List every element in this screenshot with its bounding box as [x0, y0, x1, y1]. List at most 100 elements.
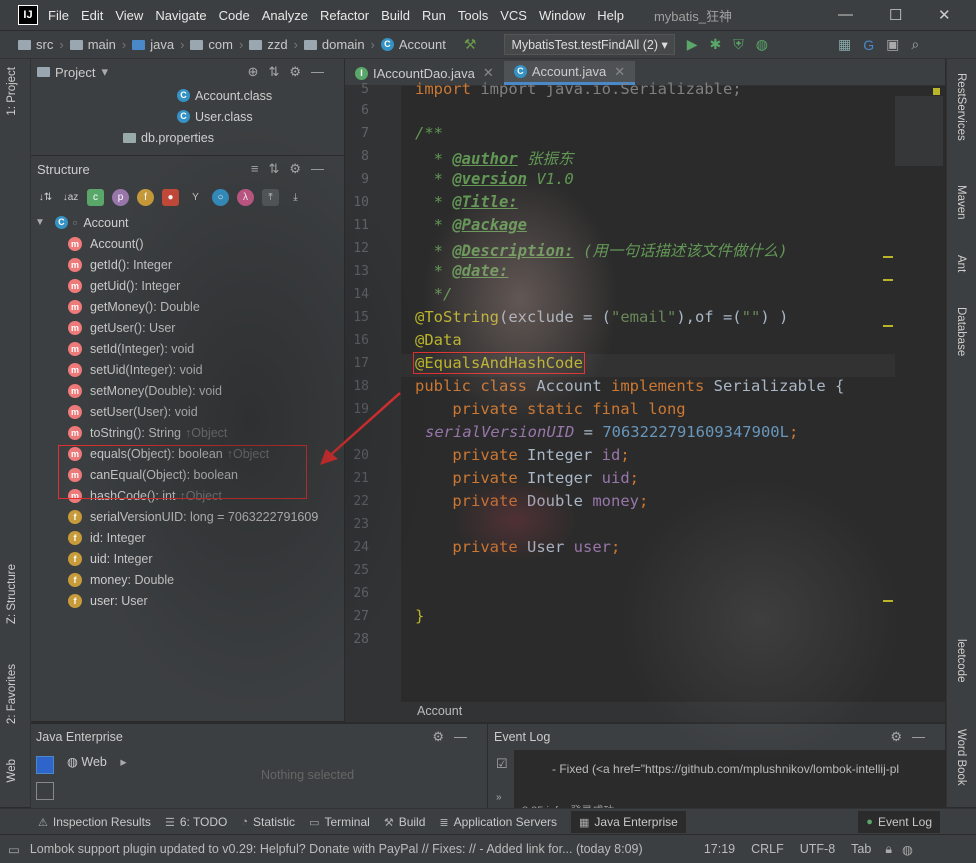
tab-build[interactable]: ⚒ Build: [384, 815, 426, 829]
sort-visibility-icon[interactable]: ↓⇅: [37, 189, 54, 206]
structure-member[interactable]: f serialVersionUID: long = 7063222791609: [31, 506, 344, 527]
menu-window[interactable]: Window: [539, 8, 585, 23]
project-panel-title[interactable]: Project: [55, 65, 95, 80]
web-tool-tab[interactable]: Web: [6, 759, 18, 782]
debug-icon[interactable]: ✱: [710, 36, 722, 53]
line-separator[interactable]: CRLF: [751, 842, 784, 856]
search-icon[interactable]: ⌕: [911, 36, 919, 53]
run-icon[interactable]: ▶: [687, 36, 698, 53]
lambda-icon[interactable]: λ: [237, 188, 254, 206]
database-tool-tab[interactable]: Database: [955, 307, 967, 356]
menu-edit[interactable]: Edit: [81, 8, 103, 23]
menu-help[interactable]: Help: [597, 8, 624, 23]
tab-event-log[interactable]: ● Event Log: [858, 811, 940, 833]
breadcrumb-main[interactable]: main: [69, 37, 116, 52]
panel-view-icon[interactable]: [36, 782, 54, 800]
tab-inspection-results[interactable]: ⚠ Inspection Results: [38, 815, 151, 829]
collapse-arrow-icon[interactable]: ▼: [35, 217, 45, 228]
menu-refactor[interactable]: Refactor: [320, 8, 369, 23]
non-public-icon[interactable]: ●: [162, 188, 179, 206]
structure-member[interactable]: m setMoney(Double): void: [31, 380, 344, 401]
sort-alpha-icon[interactable]: ↓az: [62, 189, 79, 206]
inherited-icon[interactable]: c: [87, 188, 104, 206]
editor-error-stripe[interactable]: [883, 86, 945, 702]
indent-setting[interactable]: Tab: [851, 842, 871, 856]
lock-icon[interactable]: 🔒︎: [885, 842, 892, 857]
structure-root[interactable]: ▼ C ▫ Account: [31, 212, 344, 233]
code-editor[interactable]: import import java.io.Serializable; /** …: [401, 80, 895, 702]
project-panel-tools[interactable]: ⊕⇅⚙—: [248, 64, 334, 80]
menu-file[interactable]: File: [48, 8, 69, 23]
panel-settings-icon[interactable]: ⚙—: [432, 729, 477, 745]
profile-icon[interactable]: ◍: [756, 36, 768, 53]
structure-member[interactable]: f uid: Integer: [31, 548, 344, 569]
tab-todo[interactable]: ☰ 6: TODO: [165, 815, 227, 829]
structure-member[interactable]: m getMoney(): Double: [31, 296, 344, 317]
leetcode-tool-tab[interactable]: leetcode: [955, 639, 967, 682]
structure-member[interactable]: m getId(): Integer: [31, 254, 344, 275]
mark-read-icon[interactable]: ☑: [496, 756, 508, 772]
project-structure-icon[interactable]: ▦: [838, 36, 851, 53]
caret-position[interactable]: 17:19: [704, 842, 735, 856]
structure-tool-tab[interactable]: Z: Structure: [6, 564, 18, 624]
lambda-tree-icon[interactable]: Y: [187, 189, 204, 206]
tab-application-servers[interactable]: ≣ Application Servers: [439, 815, 557, 829]
autoscroll-from-source-icon[interactable]: ⤓: [287, 189, 304, 206]
structure-member[interactable]: m getUid(): Integer: [31, 275, 344, 296]
breadcrumb-domain[interactable]: domain: [303, 37, 365, 52]
breadcrumb-src[interactable]: src: [18, 37, 53, 52]
structure-member[interactable]: m setUser(User): void: [31, 401, 344, 422]
menu-vcs[interactable]: VCS: [500, 8, 527, 23]
terminal-icon[interactable]: ▣: [886, 36, 899, 53]
autoscroll-to-source-icon[interactable]: ⤒: [262, 188, 279, 206]
coverage-icon[interactable]: ⛨: [733, 36, 744, 53]
structure-member[interactable]: f id: Integer: [31, 527, 344, 548]
file-encoding[interactable]: UTF-8: [800, 842, 835, 856]
structure-member[interactable]: m setUid(Integer): void: [31, 359, 344, 380]
structure-member[interactable]: f user: User: [31, 590, 344, 611]
anonymous-icon[interactable]: ○: [212, 188, 229, 206]
tree-view-icon[interactable]: [36, 756, 54, 774]
close-tab-icon[interactable]: ✕: [483, 65, 494, 81]
project-tool-tab[interactable]: 1: Project: [6, 67, 18, 116]
menu-tools[interactable]: Tools: [458, 8, 488, 23]
structure-panel-tools[interactable]: ≡⇅⚙—: [251, 161, 334, 177]
status-toggle-icon[interactable]: ▭: [8, 842, 20, 857]
ant-tool-tab[interactable]: Ant: [955, 255, 967, 272]
menu-navigate[interactable]: Navigate: [155, 8, 206, 23]
tab-terminal[interactable]: ▭ Terminal: [309, 815, 370, 829]
maven-tool-tab[interactable]: Maven: [955, 185, 967, 220]
translate-icon[interactable]: G: [863, 37, 874, 53]
menu-build[interactable]: Build: [381, 8, 410, 23]
minimize-button[interactable]: —: [838, 6, 853, 23]
maximize-button[interactable]: ☐: [889, 6, 902, 24]
fields-icon[interactable]: f: [137, 188, 154, 206]
tree-item[interactable]: C User.class: [31, 106, 344, 127]
breadcrumb-com[interactable]: com: [190, 37, 233, 52]
menu-code[interactable]: Code: [219, 8, 250, 23]
structure-member[interactable]: m toString(): String ↑Object: [31, 422, 344, 443]
status-message[interactable]: Lombok support plugin updated to v0.29: …: [30, 842, 700, 856]
breadcrumb-zzd[interactable]: zzd: [249, 37, 288, 52]
structure-member[interactable]: f money: Double: [31, 569, 344, 590]
structure-member[interactable]: m setId(Integer): void: [31, 338, 344, 359]
tab-statistic[interactable]: ◔ Statistic: [241, 815, 295, 829]
close-tab-icon[interactable]: ✕: [614, 64, 625, 80]
menu-analyze[interactable]: Analyze: [262, 8, 308, 23]
close-button[interactable]: ✕: [938, 6, 951, 24]
menu-run[interactable]: Run: [422, 8, 446, 23]
tab-java-enterprise[interactable]: ▦ Java Enterprise: [571, 811, 686, 833]
web-item[interactable]: ◍ Web ▸: [67, 754, 127, 769]
tree-item[interactable]: db.properties: [31, 127, 344, 148]
scroll-end-icon[interactable]: »: [496, 792, 502, 803]
favorites-tool-tab[interactable]: 2: Favorites: [6, 664, 18, 724]
breadcrumb-account[interactable]: C Account: [380, 37, 446, 52]
breadcrumb-java[interactable]: java: [132, 37, 174, 52]
menu-view[interactable]: View: [115, 8, 143, 23]
restservices-tool-tab[interactable]: RestServices: [955, 73, 967, 141]
panel-settings-icon[interactable]: ⚙—: [890, 729, 935, 745]
structure-member[interactable]: m Account(): [31, 233, 344, 254]
properties-icon[interactable]: p: [112, 188, 129, 206]
run-config-select[interactable]: MybatisTest.testFindAll (2) ▾: [504, 34, 675, 55]
structure-member[interactable]: m getUser(): User: [31, 317, 344, 338]
